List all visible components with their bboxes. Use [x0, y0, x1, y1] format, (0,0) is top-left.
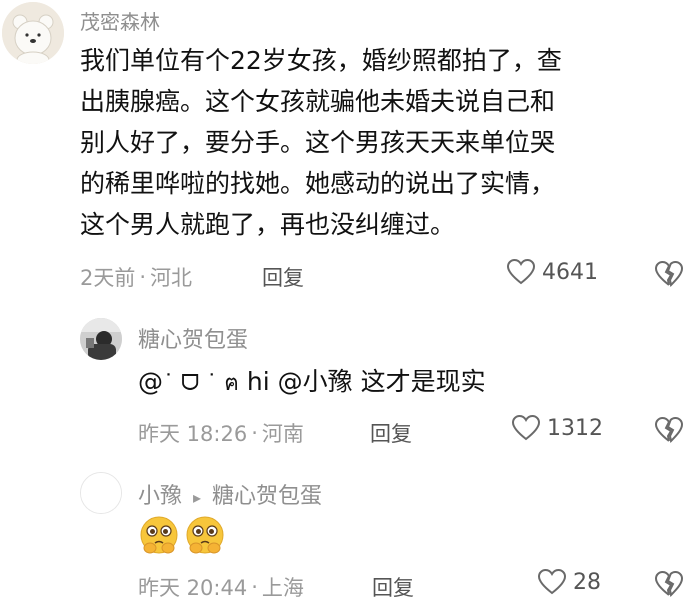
comment-meta: 昨天 18:26 · 河南 [138, 418, 304, 448]
pleading-face-icon [186, 516, 224, 554]
like-count: 1312 [547, 415, 603, 441]
comment-meta: 2天前 · 河北 [80, 262, 192, 292]
comment-username[interactable]: 茂密森林 [80, 6, 160, 35]
heart-outline-icon [511, 414, 541, 441]
like-count: 28 [573, 569, 601, 595]
user-photo-icon [80, 318, 122, 360]
meta-separator: · [139, 265, 147, 289]
broken-heart-icon [654, 416, 684, 444]
hi-text: hi [238, 367, 278, 396]
broken-heart-icon [654, 570, 684, 598]
emoji-row [138, 514, 226, 556]
heart-outline-icon [506, 258, 536, 285]
dislike-button[interactable] [654, 416, 684, 448]
dislike-button[interactable] [654, 570, 684, 602]
heart-outline-icon [537, 568, 567, 595]
comment-1: 茂密森林 我们单位有个22岁女孩，婚纱照都拍了，查 出胰腺癌。这个女孩就骗他未婚… [0, 0, 690, 300]
reply-author[interactable]: 小豫 [138, 484, 182, 509]
reply-button[interactable]: 回复 [262, 262, 304, 292]
pleading-face-icon [140, 516, 178, 554]
comment-text-line: 的稀里哗啦的找她。她感动的说出了实情， [80, 169, 556, 198]
comment-2: 糖心贺包蛋 @˙ ᗜ ˙ ฅ hi @小豫 这才是现实 昨天 18:26 · 河… [0, 300, 690, 460]
comment-time: 2天前 [80, 266, 136, 290]
mention-symbol: @ [138, 367, 163, 396]
like-count: 4641 [542, 259, 598, 285]
broken-heart-icon [654, 260, 684, 288]
comment-time: 昨天 18:26 [138, 422, 248, 446]
comment-text-line: 出胰腺癌。这个女孩就骗他未婚夫说自己和 [80, 87, 556, 116]
bear-avatar-icon [2, 2, 64, 64]
like-button[interactable]: 28 [537, 568, 601, 596]
avatar-bear[interactable] [2, 2, 64, 64]
comment-meta: 昨天 20:44 · 上海 [138, 572, 304, 602]
reply-text: @˙ ᗜ ˙ ฅ hi @小豫 这才是现实 [138, 366, 486, 400]
dislike-button[interactable] [654, 260, 684, 292]
comment-3: 小豫 ▸ 糖心贺包蛋 昨天 20:44 · 上海 回复 28 [0, 460, 690, 604]
reply-button[interactable]: 回复 [370, 418, 412, 448]
like-button[interactable]: 4641 [506, 258, 598, 286]
reply-button[interactable]: 回复 [372, 572, 414, 602]
comment-location: 河南 [261, 422, 304, 446]
kaomoji-text: ˙ ᗜ ˙ ฅ [163, 371, 239, 396]
comment-username[interactable]: 糖心贺包蛋 [138, 322, 248, 354]
meta-separator: · [251, 421, 258, 445]
comment-location: 上海 [261, 576, 304, 600]
comment-location: 河北 [150, 266, 193, 290]
comment-text-line: 这个男人就跑了，再也没纠缠过。 [80, 210, 456, 239]
avatar-user-photo[interactable] [80, 318, 122, 360]
comment-text-line: 别人好了，要分手。这个男孩天天来单位哭 [80, 128, 556, 157]
comment-time: 昨天 20:44 [138, 576, 248, 600]
blank-avatar-icon [81, 473, 121, 513]
reply-content: 这才是现实 [352, 367, 486, 396]
reply-target[interactable]: 糖心贺包蛋 [212, 484, 322, 509]
like-button[interactable]: 1312 [511, 414, 603, 442]
comment-text-line: 我们单位有个22岁女孩，婚纱照都拍了，查 [80, 46, 562, 75]
comment-username: 小豫 ▸ 糖心贺包蛋 [138, 478, 322, 510]
reply-arrow-icon: ▸ [193, 488, 202, 507]
avatar-blank[interactable] [80, 472, 122, 514]
mention-link[interactable]: @小豫 [278, 367, 353, 396]
meta-separator: · [251, 575, 258, 599]
